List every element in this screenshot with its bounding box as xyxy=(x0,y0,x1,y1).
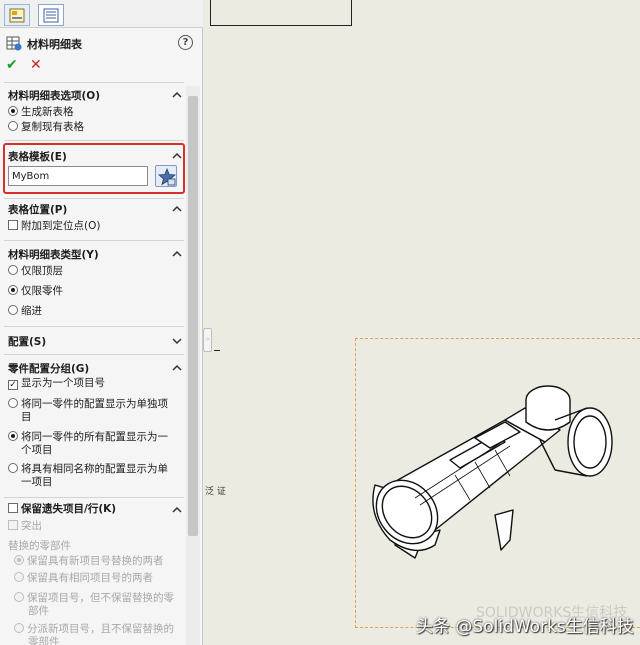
option-keep-no-replace-line2: 部件 xyxy=(28,605,49,617)
option-new-no-keep[interactable]: 分派新项目号，且不保留替换的 xyxy=(14,623,174,636)
option-strikeout[interactable]: 突出 xyxy=(8,520,42,533)
radio-keep-both-same[interactable] xyxy=(14,572,24,582)
section-title-configurations[interactable]: 配置(S) xyxy=(8,334,46,349)
panel-tabs xyxy=(0,0,203,28)
option-same-name-single[interactable]: 将具有相同名称的配置显示为单 xyxy=(8,463,168,476)
drawing-view-model[interactable] xyxy=(355,380,635,580)
checkbox-strikeout[interactable] xyxy=(8,520,18,530)
divider xyxy=(4,326,184,327)
option-generate-new-table[interactable]: 生成新表格 xyxy=(8,106,74,119)
section-title-bom-options[interactable]: 材料明细表选项(O) xyxy=(8,88,100,103)
radio-indented[interactable] xyxy=(8,305,18,315)
section-title-table-template[interactable]: 表格模板(E) xyxy=(8,149,67,164)
radio-top-level[interactable] xyxy=(8,265,18,275)
option-top-level-only[interactable]: 仅限顶层 xyxy=(8,265,63,278)
option-separate-items-line2: 目 xyxy=(21,411,32,423)
drawing-title-frame xyxy=(210,0,352,26)
option-parts-only[interactable]: 仅限零件 xyxy=(8,285,63,298)
property-manager-panel: 材料明细表 ? ✔ ✕ 材料明细表选项(O) 生成新表格 复制现有表格 表格模板… xyxy=(0,0,203,645)
chevron-up-icon[interactable] xyxy=(172,152,182,160)
radio-generate-new[interactable] xyxy=(8,106,18,116)
open-template-button[interactable] xyxy=(155,165,177,187)
option-copy-existing-table[interactable]: 复制现有表格 xyxy=(8,121,84,134)
option-keep-both-new[interactable]: 保留具有新项目号替换的两者 xyxy=(14,555,164,568)
radio-keep-no-replace[interactable] xyxy=(14,592,24,602)
cancel-x-icon[interactable]: ✕ xyxy=(30,57,42,73)
option-same-name-line2: 一项目 xyxy=(21,476,53,488)
checkbox-attach-anchor[interactable] xyxy=(8,220,18,230)
radio-all-configs-one-item[interactable] xyxy=(8,431,18,441)
section-title-table-position[interactable]: 表格位置(P) xyxy=(8,202,67,217)
radio-keep-both-new[interactable] xyxy=(14,555,24,565)
property-list-icon xyxy=(43,8,59,23)
panel-splitter-handle[interactable]: ◦ xyxy=(203,328,212,352)
divider xyxy=(4,82,184,83)
radio-copy-existing[interactable] xyxy=(8,121,18,131)
checkbox-keep-missing[interactable] xyxy=(8,503,18,513)
option-keep-both-same[interactable]: 保留具有相同项目号的两者 xyxy=(14,572,153,585)
section-title-part-config-grouping[interactable]: 零件配置分组(G) xyxy=(8,361,89,376)
option-all-configs-line2: 个项目 xyxy=(21,444,53,456)
radio-parts-only[interactable] xyxy=(8,285,18,295)
chevron-up-icon[interactable] xyxy=(172,506,182,514)
watermark-text: 头条 @SolidWorks生信科技 xyxy=(416,617,634,637)
option-display-as-one-item[interactable]: ✓ 显示为一个项目号 xyxy=(8,377,105,390)
chevron-up-icon[interactable] xyxy=(172,364,182,372)
section-title-keep-missing[interactable]: 保留遗失项目/行(K) xyxy=(8,503,116,516)
scrollbar-thumb[interactable] xyxy=(188,96,198,536)
drawing-mark xyxy=(214,350,220,351)
drawing-annotation-text: 泛 证 xyxy=(205,487,226,497)
panel-title: 材料明细表 xyxy=(27,38,82,51)
tab-property-manager[interactable] xyxy=(38,4,64,26)
checkbox-display-as-one-item[interactable]: ✓ xyxy=(8,380,18,390)
help-icon[interactable]: ? xyxy=(178,35,193,50)
radio-new-no-keep[interactable] xyxy=(14,623,24,633)
bom-table-icon xyxy=(6,36,22,51)
option-all-configs-one-item[interactable]: 将同一零件的所有配置显示为一 xyxy=(8,431,168,444)
panel-header: 材料明细表 ? ✔ ✕ xyxy=(0,30,203,78)
radio-same-name-single[interactable] xyxy=(8,463,18,473)
option-separate-items[interactable]: 将同一零件的配置显示为单独项 xyxy=(8,398,168,411)
tab-feature-manager[interactable] xyxy=(4,4,30,26)
ok-checkmark-icon[interactable]: ✔ xyxy=(6,57,18,73)
option-new-no-keep-line2: 零部件 xyxy=(28,636,60,645)
divider xyxy=(4,140,184,141)
table-template-input[interactable] xyxy=(8,166,148,186)
option-indented[interactable]: 缩进 xyxy=(8,305,42,318)
chevron-up-icon[interactable] xyxy=(172,205,182,213)
replaced-components-label: 替换的零部件 xyxy=(8,540,71,552)
divider xyxy=(4,497,184,498)
option-attach-anchor[interactable]: 附加到定位点(O) xyxy=(8,220,100,233)
radio-separate-items[interactable] xyxy=(8,398,18,408)
chevron-up-icon[interactable] xyxy=(172,250,182,258)
chevron-up-icon[interactable] xyxy=(172,91,182,99)
feature-tree-icon xyxy=(9,8,25,23)
divider xyxy=(4,198,184,199)
section-title-bom-type[interactable]: 材料明细表类型(Y) xyxy=(8,247,99,262)
chevron-down-icon[interactable] xyxy=(172,337,182,345)
divider xyxy=(4,354,184,355)
option-keep-no-replace[interactable]: 保留项目号，但不保留替换的零 xyxy=(14,592,174,605)
divider xyxy=(4,240,184,241)
star-template-icon xyxy=(158,168,176,186)
